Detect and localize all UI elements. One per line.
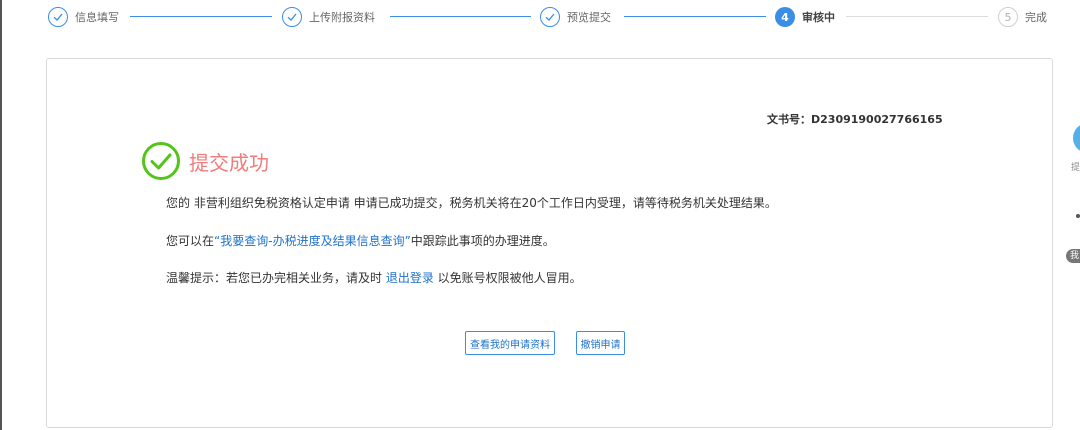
step-label: 上传附报资料 <box>309 11 375 24</box>
page: 信息填写 上传附报资料 预览提交 4 审核中 5 完成 文书号：D2309190… <box>0 0 1080 430</box>
step-upload-attachments: 上传附报资料 <box>282 6 375 28</box>
floating-dot <box>1076 214 1080 218</box>
submission-message: 您的 非营利组织免税资格认定申请 申请已成功提交，税务机关将在20个工作日内受理… <box>166 196 777 210</box>
step-info-fill: 信息填写 <box>48 6 119 28</box>
step-connector <box>130 16 272 17</box>
step-under-review: 4 审核中 <box>775 6 835 28</box>
step-connector <box>624 16 766 17</box>
view-application-button[interactable]: 查看我的申请资料 <box>465 331 555 355</box>
floating-assistant-button[interactable] <box>1073 123 1080 153</box>
window-left-border <box>0 0 2 430</box>
tracking-hint-prefix: 您可以在 <box>166 234 215 248</box>
revoke-application-button[interactable]: 撤销申请 <box>576 331 625 355</box>
tracking-hint: 您可以在“我要查询-办税进度及结果信息查询”中跟踪此事项的办理进度。 <box>166 232 555 249</box>
check-icon <box>282 7 302 27</box>
step-complete: 5 完成 <box>998 6 1047 28</box>
result-card: 文书号：D2309190027766165 提交成功 您的 非营利组织免税资格认… <box>46 58 1053 428</box>
floating-assistant-label: 提 <box>1071 163 1080 173</box>
step-connector <box>390 16 531 17</box>
success-title: 提交成功 <box>189 150 269 175</box>
floating-pill[interactable]: 我 <box>1066 249 1080 263</box>
document-number: 文书号：D2309190027766165 <box>767 111 943 127</box>
progress-steps: 信息填写 上传附报资料 预览提交 4 审核中 5 完成 <box>0 0 1080 34</box>
check-icon <box>540 7 560 27</box>
step-number-badge: 4 <box>775 7 795 27</box>
step-label: 完成 <box>1025 11 1047 24</box>
check-icon <box>48 7 68 27</box>
step-label: 审核中 <box>802 11 835 24</box>
step-number-badge: 5 <box>998 7 1018 27</box>
step-label: 预览提交 <box>567 11 611 24</box>
document-number-value: D2309190027766165 <box>811 113 943 126</box>
tracking-hint-suffix: 中跟踪此事项的办理进度。 <box>410 234 555 248</box>
step-preview-submit: 预览提交 <box>540 6 611 28</box>
step-label: 信息填写 <box>75 11 119 24</box>
logout-link[interactable]: 退出登录 <box>386 271 434 285</box>
logout-reminder-suffix: 以免账号权限被他人冒用。 <box>433 271 582 285</box>
document-number-label: 文书号： <box>767 113 811 126</box>
success-header: 提交成功 <box>141 141 269 181</box>
logout-reminder-prefix: 温馨提示：若您已办完相关业务，请及时 <box>166 271 386 285</box>
logout-reminder: 温馨提示：若您已办完相关业务，请及时 退出登录 以免账号权限被他人冒用。 <box>166 269 582 286</box>
query-progress-link[interactable]: “我要查询-办税进度及结果信息查询” <box>214 234 411 248</box>
success-check-icon <box>142 142 180 180</box>
step-connector <box>846 16 988 17</box>
